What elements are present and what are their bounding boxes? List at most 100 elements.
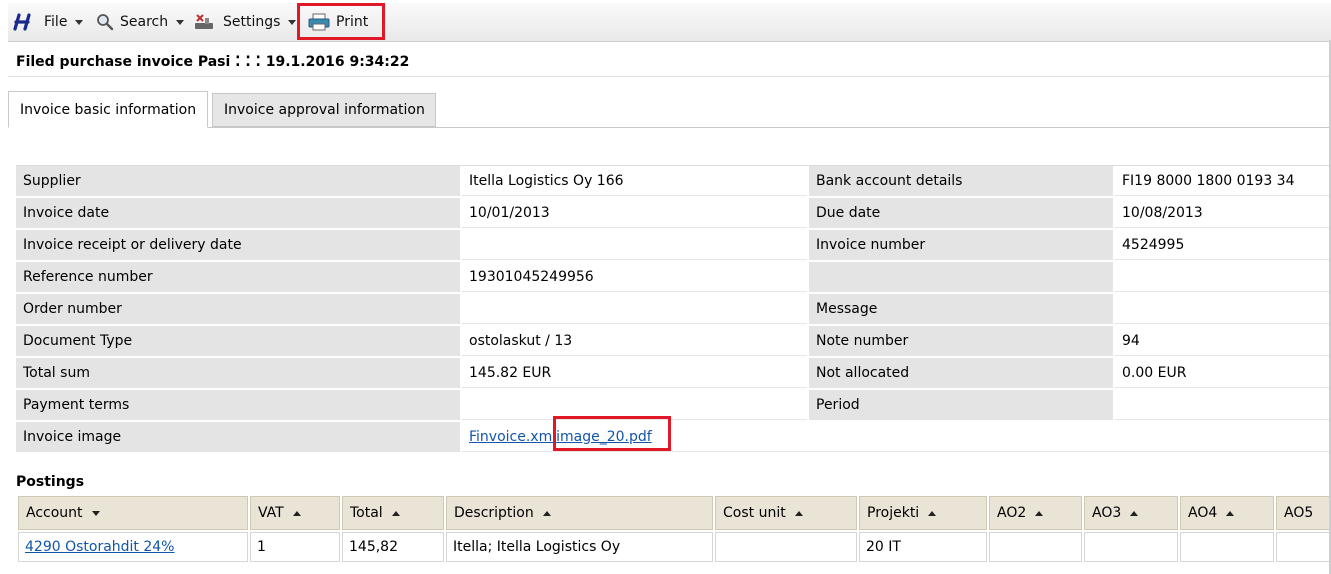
sort-asc-icon: [542, 510, 551, 516]
chevron-down-icon[interactable]: [288, 19, 297, 25]
info-row: Order number Message: [16, 294, 1331, 326]
column-header-label: Cost unit: [723, 505, 786, 521]
invoice-image-label: Invoice image: [16, 422, 460, 452]
info-row: Document Type ostolaskut / 13 Note numbe…: [16, 326, 1331, 358]
table-cell-ao5: [1276, 532, 1331, 562]
supplier-label: Supplier: [16, 166, 460, 196]
invoice-info-table: Supplier Itella Logistics Oy 166 Bank ac…: [16, 165, 1331, 454]
order-number-label: Order number: [16, 294, 460, 324]
file-menu-label: File: [44, 14, 68, 30]
table-cell-account: 4290 Ostorahdit 24%: [18, 532, 248, 562]
toolbar: File Search Settings Print: [8, 3, 1331, 42]
chevron-down-icon[interactable]: [75, 19, 84, 25]
account-link[interactable]: 4290 Ostorahdit 24%: [25, 539, 175, 555]
print-highlight-box: [297, 3, 385, 40]
table-cell-total: 145,82: [342, 532, 444, 562]
finvoice-xml-link[interactable]: Finvoice.xml: [469, 429, 556, 445]
note-number-label: Note number: [809, 326, 1113, 356]
table-cell-description: Itella; Itella Logistics Oy: [446, 532, 713, 562]
search-icon: [97, 14, 114, 31]
column-header-label: Projekti: [867, 505, 920, 521]
tab-invoice-approval-information[interactable]: Invoice approval information: [212, 93, 436, 127]
reference-number-label: Reference number: [16, 262, 460, 292]
column-header-vat[interactable]: VAT: [250, 496, 340, 530]
column-header-cost-unit[interactable]: Cost unit: [715, 496, 857, 530]
pdf-highlight-box: [553, 416, 671, 451]
column-header-description[interactable]: Description: [446, 496, 713, 530]
column-header-label: Description: [454, 505, 534, 521]
reference-number-value: 19301045249956: [462, 262, 807, 292]
sort-asc-icon: [1226, 510, 1235, 516]
empty-label: [809, 262, 1113, 292]
info-row: Total sum 145.82 EUR Not allocated 0.00 …: [16, 358, 1331, 390]
invoice-date-value: 10/01/2013: [462, 198, 807, 228]
info-row: Invoice receipt or delivery date Invoice…: [16, 230, 1331, 262]
invoice-date-label: Invoice date: [16, 198, 460, 228]
postings-title: Postings: [16, 474, 85, 490]
sort-desc-icon: [91, 510, 100, 516]
sort-asc-icon: [292, 510, 301, 516]
note-number-value: 94: [1115, 326, 1331, 356]
chevron-down-icon[interactable]: [176, 19, 185, 25]
sort-asc-icon: [1035, 510, 1044, 516]
column-header-label: Total: [350, 505, 383, 521]
search-menu[interactable]: Search: [96, 3, 185, 41]
left-margin: [0, 40, 8, 574]
table-cell-ao3: [1084, 532, 1178, 562]
column-header-ao5[interactable]: AO5: [1276, 496, 1331, 530]
period-value: [1115, 390, 1331, 420]
not-allocated-value: 0.00 EUR: [1115, 358, 1331, 388]
sort-asc-icon: [1130, 510, 1139, 516]
invoice-number-value: 4524995: [1115, 230, 1331, 260]
search-menu-label: Search: [120, 14, 169, 30]
column-header-total[interactable]: Total: [342, 496, 444, 530]
info-row: Invoice date 10/01/2013 Due date 10/08/2…: [16, 198, 1331, 230]
settings-menu-label: Settings: [223, 14, 281, 30]
page-title: Filed purchase invoice Pasi ⁚ ⁚ ⁚ 19.1.2…: [16, 54, 410, 70]
table-cell-ao2: [989, 532, 1082, 562]
file-menu[interactable]: File: [12, 3, 84, 41]
info-row: Payment terms Period: [16, 390, 1331, 422]
due-date-value: 10/08/2013: [1115, 198, 1331, 228]
info-row: Supplier Itella Logistics Oy 166 Bank ac…: [16, 166, 1331, 198]
app-logo-icon: [13, 13, 31, 31]
title-divider: [8, 76, 1331, 77]
column-header-ao3[interactable]: AO3: [1084, 496, 1178, 530]
total-sum-value: 145.82 EUR: [462, 358, 807, 388]
period-label: Period: [809, 390, 1113, 420]
table-cell-projekti: 20 IT: [859, 532, 987, 562]
tab-invoice-basic-information[interactable]: Invoice basic information: [8, 91, 208, 128]
column-header-label: AO2: [997, 505, 1027, 521]
sort-asc-icon: [794, 510, 803, 516]
tab-strip-line: [208, 127, 1331, 128]
table-cell-vat: 1: [250, 532, 340, 562]
due-date-label: Due date: [809, 198, 1113, 228]
order-number-value: [462, 294, 807, 324]
column-header-label: AO5: [1284, 505, 1314, 521]
column-header-ao2[interactable]: AO2: [989, 496, 1082, 530]
bank-account-value: FI19 8000 1800 0193 34: [1115, 166, 1331, 196]
sort-asc-icon: [391, 510, 400, 516]
info-row: Invoice image Finvoice.xml image_20.pdf: [16, 422, 1331, 454]
invoice-number-label: Invoice number: [809, 230, 1113, 260]
bank-account-label: Bank account details: [809, 166, 1113, 196]
not-allocated-label: Not allocated: [809, 358, 1113, 388]
column-header-label: AO4: [1188, 505, 1218, 521]
column-header-projekti[interactable]: Projekti: [859, 496, 987, 530]
message-label: Message: [809, 294, 1113, 324]
column-header-account[interactable]: Account: [18, 496, 248, 530]
table-cell-ao4: [1180, 532, 1274, 562]
settings-menu[interactable]: Settings: [194, 3, 297, 41]
column-header-ao4[interactable]: AO4: [1180, 496, 1274, 530]
supplier-value: Itella Logistics Oy 166: [462, 166, 807, 196]
column-header-label: Account: [26, 505, 83, 521]
column-header-label: AO3: [1092, 505, 1122, 521]
total-sum-label: Total sum: [16, 358, 460, 388]
column-header-label: VAT: [258, 505, 284, 521]
settings-icon: [195, 14, 213, 29]
table-cell-cost-unit: [715, 532, 857, 562]
message-value: [1115, 294, 1331, 324]
receipt-date-value: [462, 230, 807, 260]
payment-terms-label: Payment terms: [16, 390, 460, 420]
document-type-value: ostolaskut / 13: [462, 326, 807, 356]
